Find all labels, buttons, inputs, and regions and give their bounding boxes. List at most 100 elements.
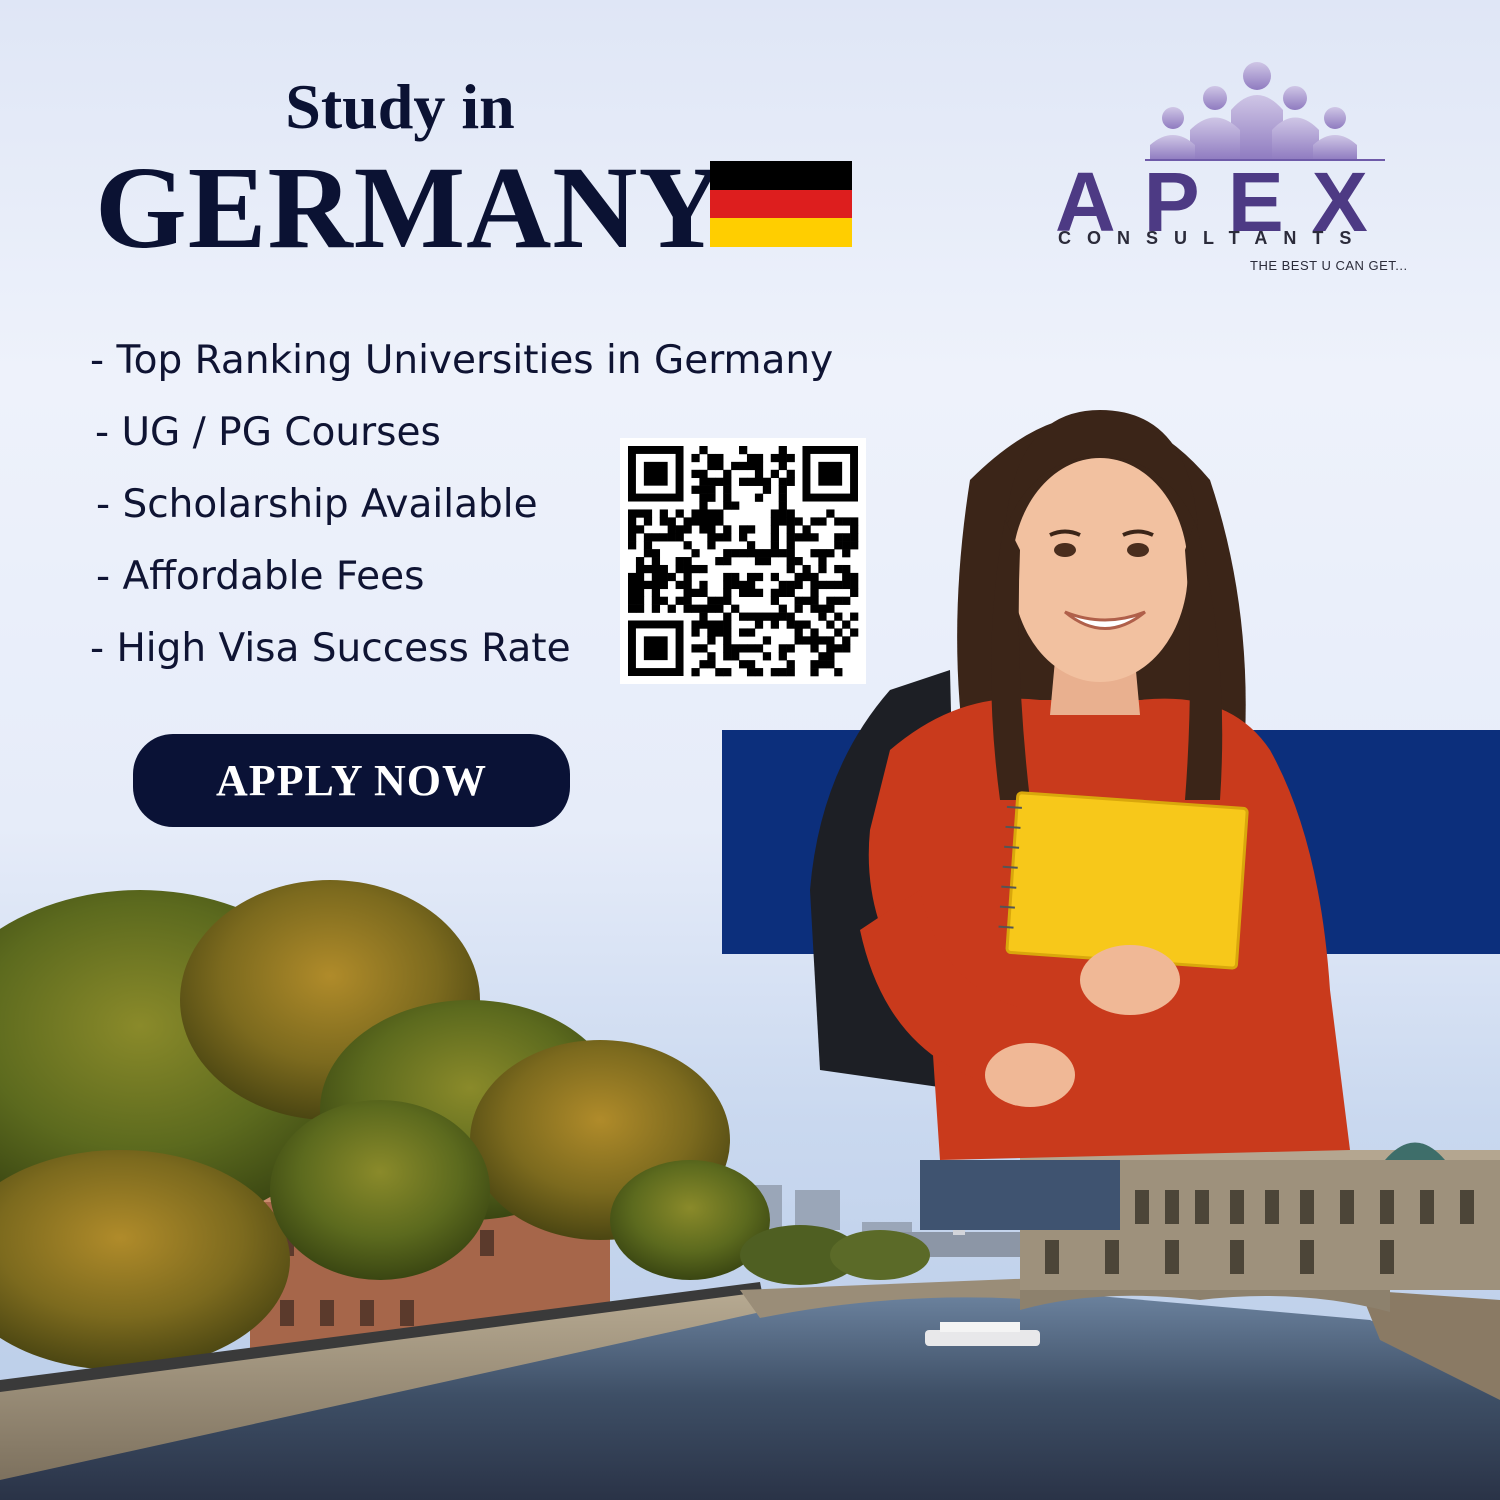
qr-module (651, 564, 661, 574)
qr-module (818, 517, 827, 526)
qr-module (715, 477, 724, 486)
qr-module (770, 588, 779, 597)
qr-module (802, 533, 811, 542)
qr-module (794, 580, 803, 590)
qr-module (723, 549, 732, 558)
apply-now-button[interactable]: APPLY NOW (133, 734, 570, 827)
qr-module (699, 604, 708, 613)
qr-module (786, 525, 795, 534)
qr-module (786, 453, 795, 463)
qr-module (691, 485, 700, 494)
qr-module (810, 517, 819, 526)
qr-module (786, 549, 795, 558)
qr-code[interactable] (620, 438, 866, 684)
qr-module (707, 509, 716, 518)
qr-module (723, 557, 732, 566)
qr-module (850, 525, 859, 534)
qr-module (723, 652, 732, 661)
qr-module (707, 628, 716, 637)
qr-module (651, 588, 661, 597)
qr-module (842, 541, 851, 550)
qr-module (754, 453, 764, 463)
qr-module (691, 564, 700, 574)
qr-module (731, 580, 740, 590)
qr-module (794, 596, 803, 605)
qr-module (746, 453, 756, 463)
student-illustration (810, 410, 1350, 1230)
qr-module (691, 604, 700, 613)
qr-module (691, 549, 700, 558)
qr-module (739, 660, 748, 669)
qr-module (731, 604, 740, 613)
qr-module (635, 588, 645, 597)
qr-module (691, 588, 700, 597)
notebook (998, 791, 1249, 970)
qr-module (842, 564, 851, 574)
qr-module (707, 660, 716, 669)
qr-module (715, 620, 724, 629)
qr-module (746, 541, 756, 550)
qr-module (628, 596, 637, 605)
title-study-in: Study in (285, 71, 515, 142)
qr-module (731, 461, 740, 471)
qr-module (643, 461, 668, 486)
qr-module (651, 596, 661, 605)
qr-module (675, 580, 684, 590)
qr-module (643, 636, 668, 661)
qr-module (707, 636, 716, 645)
qr-module (786, 517, 795, 526)
qr-module (707, 517, 716, 526)
qr-module (810, 668, 819, 677)
qr-module (818, 612, 827, 621)
qr-module (651, 533, 661, 542)
qr-module (739, 525, 748, 534)
qr-module (810, 572, 819, 582)
qr-module (691, 509, 700, 518)
qr-module (746, 668, 756, 677)
qr-module (778, 461, 787, 471)
qr-module (770, 572, 779, 582)
qr-module (628, 572, 637, 582)
qr-module (659, 517, 668, 526)
qr-module (770, 596, 779, 605)
qr-module (707, 533, 716, 542)
qr-module (850, 588, 859, 597)
qr-module (778, 509, 787, 518)
qr-module (683, 572, 692, 582)
qr-module (723, 628, 732, 637)
qr-module (754, 620, 764, 629)
qr-module (707, 604, 716, 613)
qr-module (723, 572, 732, 582)
qr-module (699, 469, 708, 479)
qr-module (778, 446, 787, 455)
qr-module (731, 652, 740, 661)
qr-module (715, 461, 724, 471)
qr-module (770, 668, 779, 677)
qr-module (818, 564, 827, 574)
qr-module (699, 525, 708, 534)
qr-module (683, 596, 692, 605)
qr-module (715, 668, 724, 677)
qr-module (810, 636, 819, 645)
qr-module (699, 660, 708, 669)
qr-module (723, 596, 732, 605)
qr-module (683, 525, 692, 534)
qr-module (643, 533, 653, 542)
qr-module (683, 604, 692, 613)
qr-module (659, 509, 668, 518)
qr-module (834, 533, 843, 542)
qr-module (842, 533, 851, 542)
qr-module (762, 652, 772, 661)
qr-module (699, 517, 708, 526)
flag-stripe-black (710, 161, 852, 190)
qr-module (723, 501, 732, 510)
qr-module (699, 501, 708, 510)
qr-module (659, 580, 668, 590)
qr-module (794, 533, 803, 542)
qr-module (818, 652, 827, 661)
qr-module (707, 541, 716, 550)
qr-module (786, 588, 795, 597)
qr-module (628, 541, 637, 550)
qr-module (746, 628, 756, 637)
qr-module (723, 469, 732, 479)
